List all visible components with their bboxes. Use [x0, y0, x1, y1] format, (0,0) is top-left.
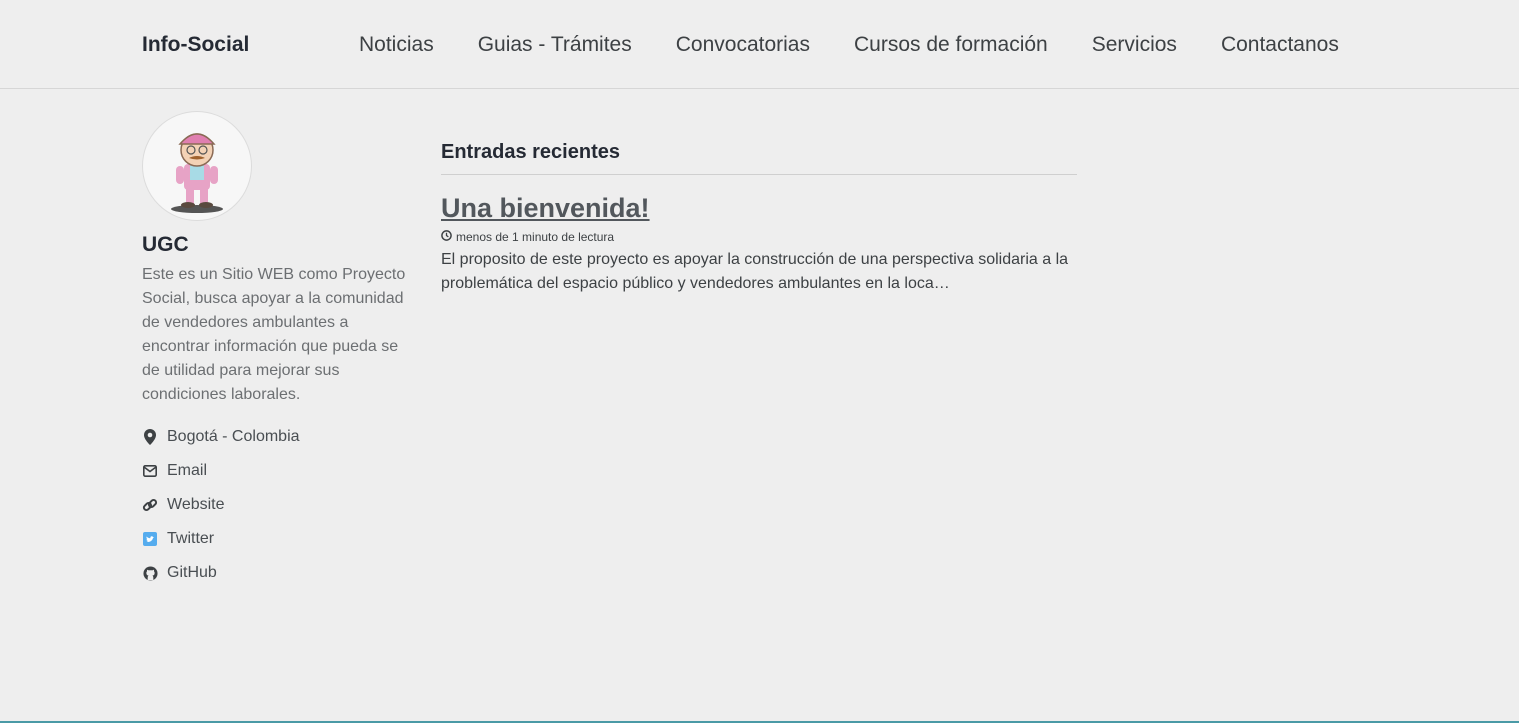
author-links: Bogotá - Colombia Email Website Twitter … — [142, 419, 412, 591]
author-sidebar: UGC Este es un Sitio WEB como Proyecto S… — [142, 111, 412, 591]
author-link-github[interactable]: GitHub — [142, 555, 412, 591]
nav-item-guias-tramites[interactable]: Guias - Trámites — [478, 33, 632, 57]
site-title-link[interactable]: Info-Social — [142, 33, 249, 57]
map-marker-icon — [142, 429, 158, 445]
nav-item-convocatorias[interactable]: Convocatorias — [676, 33, 810, 57]
author-link-twitter[interactable]: Twitter — [142, 521, 412, 557]
read-time-label: menos de 1 minuto de lectura — [456, 230, 615, 244]
twitter-icon — [142, 531, 158, 547]
author-bio: Este es un Sitio WEB como Proyecto Socia… — [142, 266, 406, 403]
envelope-icon — [142, 463, 158, 479]
nav-item-cursos[interactable]: Cursos de formación — [854, 33, 1048, 57]
author-link-website[interactable]: Website — [142, 487, 412, 523]
masthead: Info-Social Noticias Guias - Trámites Co… — [0, 0, 1519, 89]
author-link-email[interactable]: Email — [142, 453, 412, 489]
author-location-label: Bogotá - Colombia — [167, 428, 300, 445]
cartoon-avatar-image — [171, 133, 223, 213]
website-link[interactable]: Website — [167, 496, 225, 514]
email-link[interactable]: Email — [167, 462, 207, 480]
main-content: Entradas recientes Una bienvenida! menos… — [441, 141, 1077, 296]
main-nav: Noticias Guias - Trámites Convocatorias … — [359, 33, 1339, 57]
author-name: UGC — [142, 233, 189, 256]
github-link[interactable]: GitHub — [167, 564, 217, 582]
github-icon — [142, 565, 158, 581]
section-title: Entradas recientes — [441, 141, 1077, 175]
avatar — [142, 111, 252, 221]
twitter-link[interactable]: Twitter — [167, 530, 214, 548]
nav-item-contactanos[interactable]: Contactanos — [1221, 33, 1339, 57]
link-icon — [142, 497, 158, 513]
read-time: menos de 1 minuto de lectura — [441, 230, 1077, 244]
post-excerpt: El proposito de este proyecto es apoyar … — [441, 251, 1069, 292]
author-link-location: Bogotá - Colombia — [142, 419, 412, 455]
post-entry: Una bienvenida! menos de 1 minuto de lec… — [441, 193, 1077, 296]
nav-item-noticias[interactable]: Noticias — [359, 33, 434, 57]
post-title-link[interactable]: Una bienvenida! — [441, 193, 650, 223]
clock-icon — [441, 230, 452, 244]
post-title: Una bienvenida! — [441, 193, 1077, 224]
nav-item-servicios[interactable]: Servicios — [1092, 33, 1177, 57]
